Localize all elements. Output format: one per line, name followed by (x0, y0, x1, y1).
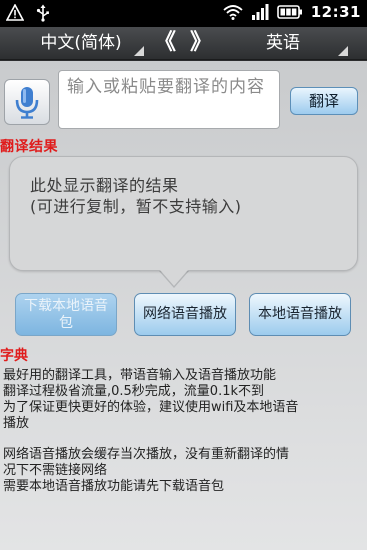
local-voice-play-button[interactable]: 本地语音播放 (249, 293, 351, 336)
microphone-icon (15, 87, 39, 119)
info-line: 网络语音播放会缓存当次播放，没有重新翻译的情 (3, 447, 290, 462)
info-line: 翻译过程极省流量,0.5秒完成，流量0.1k不到 (3, 384, 265, 399)
usb-icon (36, 4, 49, 22)
next-language-button[interactable]: 》 (189, 30, 213, 56)
main-content: 输入或粘贴要翻译的内容 翻译 翻译结果 此处显示翻译的结果 (可进行复制，暂不支… (0, 61, 367, 550)
info-line: 播放 (3, 416, 30, 431)
translate-input-field[interactable]: 输入或粘贴要翻译的内容 (58, 70, 280, 129)
translation-result-area[interactable]: 此处显示翻译的结果 (可进行复制，暂不支持输入) (9, 156, 358, 271)
result-heading: 翻译结果 (0, 139, 58, 155)
battery-icon (276, 5, 302, 19)
input-placeholder: 输入或粘贴要翻译的内容 (67, 77, 265, 97)
dropdown-corner-icon (134, 46, 144, 56)
voice-input-button[interactable] (4, 79, 50, 125)
bubble-tail (160, 270, 188, 286)
info-line: 为了保证更快更好的体验，建议使用wifi及本地语音 (3, 400, 299, 415)
language-bar: 中文(简体) 《 》 英语 (0, 27, 367, 60)
source-language-label: 中文(简体) (40, 33, 122, 53)
local-voice-play-label: 本地语音播放 (258, 306, 342, 322)
dictionary-heading: 字典 (0, 348, 28, 364)
info-paragraph-2: 网络语音播放会缓存当次播放，没有重新翻译的情 况下不需链接网络 需要本地语音播放… (3, 447, 365, 495)
online-voice-play-label: 网络语音播放 (143, 306, 227, 322)
status-bar: 12:31 (0, 0, 367, 27)
info-line: 需要本地语音播放功能请先下载语音包 (3, 479, 225, 494)
warning-icon (6, 4, 24, 21)
result-placeholder-line2: (可进行复制，暂不支持输入) (30, 197, 242, 216)
dropdown-corner-icon (338, 46, 348, 56)
info-line: 况下不需链接网络 (3, 463, 108, 478)
download-voice-pack-button[interactable]: 下载本地语音包 (15, 293, 117, 336)
download-voice-pack-label: 下载本地语音包 (24, 297, 108, 331)
online-voice-play-button[interactable]: 网络语音播放 (134, 293, 236, 336)
target-language-label: 英语 (266, 33, 300, 53)
source-language-selector[interactable]: 中文(简体) (18, 31, 144, 56)
translate-button[interactable]: 翻译 (290, 87, 358, 115)
wifi-icon (223, 5, 243, 20)
signal-icon (251, 4, 269, 20)
target-language-selector[interactable]: 英语 (218, 31, 348, 56)
info-line: 最好用的翻译工具，带语音输入及语音播放功能 (3, 368, 277, 383)
clock-time: 12:31 (310, 3, 361, 21)
result-placeholder-line1: 此处显示翻译的结果 (30, 176, 179, 195)
previous-language-button[interactable]: 《 (153, 30, 177, 56)
info-paragraph-1: 最好用的翻译工具，带语音输入及语音播放功能 翻译过程极省流量,0.5秒完成，流量… (3, 368, 365, 432)
